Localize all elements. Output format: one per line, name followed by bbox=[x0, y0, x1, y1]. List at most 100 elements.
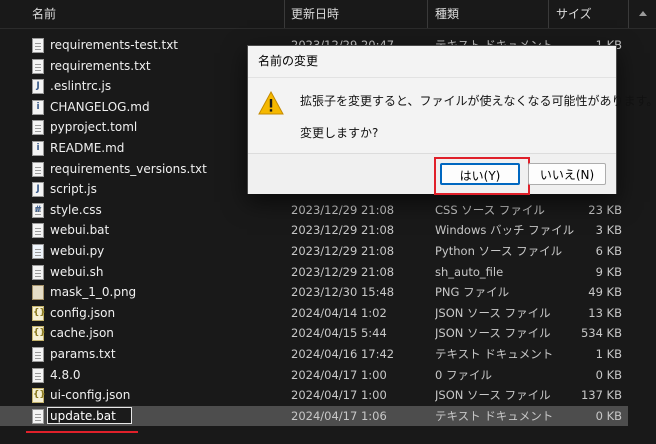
file-date: 2024/04/17 1:06 bbox=[291, 408, 387, 423]
file-name: cache.json bbox=[50, 326, 114, 341]
column-divider[interactable] bbox=[628, 0, 629, 28]
file-type: Windows バッチ ファイル bbox=[435, 223, 575, 238]
file-name: webui.bat bbox=[50, 223, 110, 238]
column-name[interactable]: 名前 bbox=[32, 0, 56, 28]
file-name: CHANGELOG.md bbox=[50, 99, 150, 114]
dialog-body: 拡張子を変更すると、ファイルが使えなくなる可能性があります。 変更しますか? bbox=[248, 77, 656, 154]
file-name: script.js bbox=[50, 182, 97, 197]
dialog-footer: はい(Y) いいえ(N) bbox=[248, 153, 616, 195]
file-type: CSS ソース ファイル bbox=[435, 202, 545, 217]
rename-input[interactable]: update.bat bbox=[47, 406, 132, 424]
file-row[interactable]: 4.8.0 2024/04/17 1:00 0 ファイル 0 KB bbox=[0, 365, 628, 386]
file-row[interactable]: {} config.json 2024/04/14 1:02 JSON ソース ファイ… bbox=[0, 303, 628, 324]
file-date: 2023/12/29 21:08 bbox=[291, 244, 395, 258]
file-date: 2024/04/15 5:44 bbox=[291, 326, 387, 341]
file-name: webui.sh bbox=[50, 264, 104, 279]
file-name: pyproject.toml bbox=[50, 120, 138, 135]
dialog-message: 拡張子を変更すると、ファイルが使えなくなる可能性があります。 bbox=[300, 94, 656, 108]
python-file-icon bbox=[32, 244, 44, 259]
file-name: mask_1_0.png bbox=[50, 285, 137, 300]
text-file-icon bbox=[32, 161, 44, 177]
file-date: 2023/12/30 15:48 bbox=[291, 285, 395, 300]
column-divider[interactable] bbox=[284, 0, 285, 28]
file-type: PNG ファイル bbox=[435, 285, 510, 300]
file-size: 0 KB bbox=[595, 408, 622, 423]
file-name: params.txt bbox=[50, 347, 116, 361]
file-size: 49 KB bbox=[588, 285, 622, 300]
file-size: 13 KB bbox=[588, 305, 622, 320]
file-size: 6 KB bbox=[595, 244, 622, 258]
markdown-file-icon: i bbox=[32, 141, 44, 156]
text-file-icon bbox=[32, 347, 44, 362]
file-name: style.css bbox=[50, 202, 102, 217]
column-date[interactable]: 更新日時 bbox=[291, 0, 339, 28]
file-name: README.md bbox=[50, 141, 125, 155]
file-type: 0 ファイル bbox=[435, 367, 492, 382]
file-type: テキスト ドキュメント bbox=[435, 347, 554, 361]
file-size: 137 KB bbox=[580, 388, 622, 403]
file-size: 534 KB bbox=[580, 326, 622, 341]
file-name: requirements.txt bbox=[50, 58, 151, 73]
file-date: 2024/04/14 1:02 bbox=[291, 305, 387, 320]
dialog-title: 名前の変更 bbox=[258, 54, 319, 68]
file-name: .eslintrc.js bbox=[50, 79, 112, 94]
file-size: 3 KB bbox=[595, 223, 622, 238]
text-file-icon bbox=[32, 120, 44, 136]
text-file-icon bbox=[32, 408, 44, 424]
js-file-icon: J bbox=[32, 182, 44, 198]
file-size: 9 KB bbox=[595, 264, 622, 279]
rename-dialog: 名前の変更 拡張子を変更すると、ファイルが使えなくなる可能性があります。 変更し… bbox=[247, 45, 656, 195]
file-type: Python ソース ファイル bbox=[435, 244, 563, 258]
column-header: 名前 更新日時 種類 サイズ bbox=[0, 0, 656, 29]
file-size: 23 KB bbox=[588, 202, 622, 217]
batch-file-icon bbox=[32, 223, 44, 239]
file-row[interactable]: mask_1_0.png 2023/12/30 15:48 PNG ファイル 49 K… bbox=[0, 282, 628, 303]
column-type[interactable]: 種類 bbox=[435, 0, 459, 28]
dialog-titlebar[interactable]: 名前の変更 bbox=[248, 46, 616, 77]
file-name: webui.py bbox=[50, 244, 105, 258]
file-type: JSON ソース ファイル bbox=[435, 305, 551, 320]
yes-button[interactable]: はい(Y) bbox=[440, 163, 520, 185]
json-file-icon: {} bbox=[32, 305, 46, 321]
file-type: JSON ソース ファイル bbox=[435, 326, 551, 341]
file-name: config.json bbox=[50, 305, 116, 320]
scroll-up-icon[interactable] bbox=[630, 0, 656, 28]
file-row[interactable]: webui.py 2023/12/29 21:08 Python ソース ファイル 6… bbox=[0, 241, 628, 262]
no-button[interactable]: いいえ(N) bbox=[528, 163, 606, 185]
file-name: update.bat bbox=[47, 406, 276, 427]
file-row[interactable]: webui.bat 2023/12/29 21:08 Windows バッチ ファイ… bbox=[0, 220, 628, 241]
file-date: 2024/04/17 1:00 bbox=[291, 388, 387, 403]
column-divider[interactable] bbox=[548, 0, 549, 28]
file-row[interactable]: {} cache.json 2024/04/15 5:44 JSON ソース ファイル… bbox=[0, 323, 628, 344]
file-type: sh_auto_file bbox=[435, 264, 504, 279]
file-date: 2024/04/17 1:00 bbox=[291, 367, 387, 382]
json-file-icon: {} bbox=[32, 388, 46, 404]
generic-file-icon bbox=[32, 367, 44, 383]
highlight-underline bbox=[26, 431, 138, 433]
css-file-icon: # bbox=[32, 202, 44, 218]
file-date: 2023/12/29 21:08 bbox=[291, 223, 395, 238]
file-date: 2023/12/29 21:08 bbox=[291, 264, 395, 279]
file-name: requirements_versions.txt bbox=[50, 161, 207, 176]
image-file-icon bbox=[32, 285, 44, 301]
file-row[interactable]: webui.sh 2023/12/29 21:08 sh_auto_file 9 KB bbox=[0, 262, 628, 283]
file-name: 4.8.0 bbox=[50, 367, 81, 382]
shell-file-icon bbox=[32, 264, 44, 280]
file-size: 0 KB bbox=[595, 367, 622, 382]
file-name: ui-config.json bbox=[50, 388, 131, 403]
column-size[interactable]: サイズ bbox=[556, 0, 592, 28]
text-file-icon bbox=[32, 38, 44, 53]
file-row[interactable]: params.txt 2024/04/16 17:42 テキスト ドキュメント 1 K… bbox=[0, 344, 628, 365]
text-file-icon bbox=[32, 58, 44, 74]
column-divider[interactable] bbox=[427, 0, 428, 28]
file-name: requirements-test.txt bbox=[50, 38, 178, 52]
vertical-scrollbar[interactable] bbox=[646, 30, 652, 430]
warning-icon bbox=[258, 91, 284, 115]
file-row[interactable]: # style.css 2023/12/29 21:08 CSS ソース ファイル 23… bbox=[0, 200, 628, 221]
file-type: JSON ソース ファイル bbox=[435, 388, 551, 403]
js-file-icon: J bbox=[32, 79, 44, 95]
file-row[interactable]: update.bat 2024/04/17 1:06 テキスト ドキュメント 0 KB bbox=[0, 405, 628, 427]
file-date: 2023/12/29 21:08 bbox=[291, 202, 395, 217]
file-row[interactable]: {} ui-config.json 2024/04/17 1:00 JSON ソース … bbox=[0, 385, 628, 406]
file-date: 2024/04/16 17:42 bbox=[291, 347, 395, 361]
